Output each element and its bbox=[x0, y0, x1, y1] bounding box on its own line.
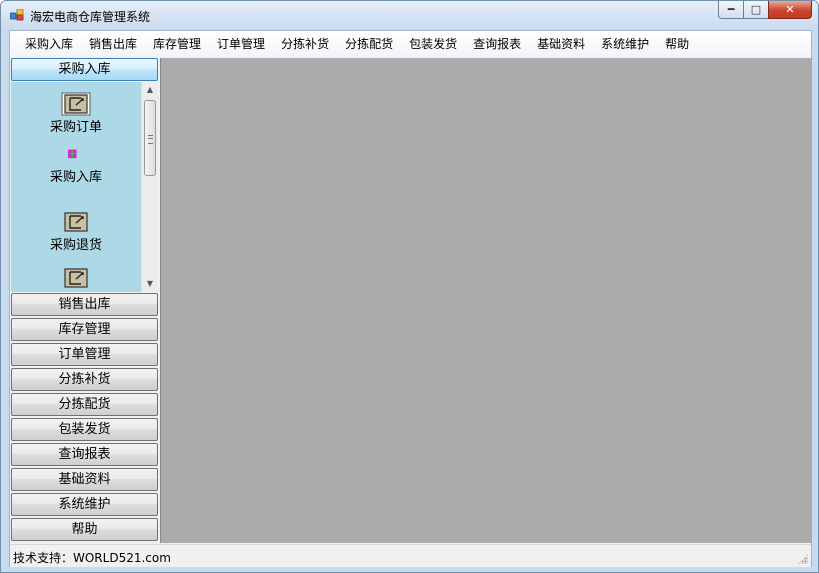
menu-picking-replenish[interactable]: 分拣补货 bbox=[273, 33, 337, 55]
sidebar-group-orders[interactable]: 订单管理 bbox=[11, 343, 158, 366]
sidebar-group-reports[interactable]: 查询报表 bbox=[11, 443, 158, 466]
panel-item-purchase-order[interactable]: 采购订单 bbox=[11, 92, 141, 135]
sidebar-group-system[interactable]: 系统维护 bbox=[11, 493, 158, 516]
document-icon bbox=[64, 268, 88, 288]
panel-scrollbar[interactable]: ▲ ▼ bbox=[141, 82, 158, 292]
menu-picking-allocation[interactable]: 分拣配货 bbox=[337, 33, 401, 55]
menu-bar: 采购入库 销售出库 库存管理 订单管理 分拣补货 分拣配货 包装发货 查询报表 … bbox=[10, 31, 811, 57]
document-icon bbox=[61, 92, 91, 116]
sidebar-group-inventory[interactable]: 库存管理 bbox=[11, 318, 158, 341]
panel-item-purchase-in[interactable]: 采购入库 bbox=[11, 148, 141, 185]
panel-item-label: 采购订单 bbox=[49, 120, 102, 135]
sidebar-group-picking-replenish[interactable]: 分拣补货 bbox=[11, 368, 158, 391]
sidebar-group-picking-allocation[interactable]: 分拣配货 bbox=[11, 393, 158, 416]
sidebar-group-purchase-in[interactable]: 采购入库 bbox=[11, 58, 158, 81]
sidebar-group-sales-out[interactable]: 销售出库 bbox=[11, 293, 158, 316]
sidebar-group-help[interactable]: 帮助 bbox=[11, 518, 158, 541]
panel-item-next[interactable] bbox=[11, 266, 141, 290]
panel-item-purchase-return[interactable]: 采购退货 bbox=[11, 210, 141, 253]
menu-packing-shipping[interactable]: 包装发货 bbox=[401, 33, 465, 55]
mdi-content-area bbox=[160, 58, 812, 543]
scroll-up-icon[interactable]: ▲ bbox=[142, 82, 158, 98]
sidebar-panel-purchase: 采购订单 采购入库 采购退货 ▲ ▼ bbox=[11, 82, 158, 292]
maximize-button[interactable]: □ bbox=[743, 1, 769, 19]
menu-purchase-in[interactable]: 采购入库 bbox=[17, 33, 81, 55]
title-bar[interactable]: 海宏电商仓库管理系统 ━ □ ✕ bbox=[1, 1, 818, 29]
menu-master-data[interactable]: 基础资料 bbox=[529, 33, 593, 55]
panel-item-label: 采购退货 bbox=[49, 238, 102, 253]
panel-item-label: 采购入库 bbox=[49, 170, 102, 185]
menu-system[interactable]: 系统维护 bbox=[593, 33, 657, 55]
resize-grip-icon[interactable] bbox=[798, 554, 808, 564]
missing-image-icon bbox=[68, 149, 77, 159]
app-icon bbox=[10, 9, 24, 21]
close-button[interactable]: ✕ bbox=[768, 1, 812, 19]
minimize-button[interactable]: ━ bbox=[718, 1, 744, 19]
client-area: 采购入库 销售出库 库存管理 订单管理 分拣补货 分拣配货 包装发货 查询报表 … bbox=[9, 30, 812, 567]
sidebar-group-master-data[interactable]: 基础资料 bbox=[11, 468, 158, 491]
sidebar-group-packing-shipping[interactable]: 包装发货 bbox=[11, 418, 158, 441]
sidebar: 采购入库 采购订单 采购入库 采购退货 ▲ ▼ 销售出库 库存管理 订单管理 分… bbox=[11, 58, 159, 543]
minimize-icon: ━ bbox=[727, 3, 735, 16]
menu-reports[interactable]: 查询报表 bbox=[465, 33, 529, 55]
close-icon: ✕ bbox=[785, 3, 795, 16]
maximize-icon: □ bbox=[750, 3, 762, 16]
grip-icon bbox=[148, 135, 153, 144]
menu-orders[interactable]: 订单管理 bbox=[209, 33, 273, 55]
window-controls: ━ □ ✕ bbox=[718, 1, 812, 21]
menu-inventory[interactable]: 库存管理 bbox=[145, 33, 209, 55]
window-title: 海宏电商仓库管理系统 bbox=[30, 10, 151, 24]
scroll-thumb[interactable] bbox=[144, 100, 156, 176]
document-icon bbox=[64, 212, 88, 232]
status-text: 技术支持：WORLD521.com bbox=[13, 551, 171, 565]
scroll-down-icon[interactable]: ▼ bbox=[142, 276, 158, 292]
menu-help[interactable]: 帮助 bbox=[657, 33, 697, 55]
menu-sales-out[interactable]: 销售出库 bbox=[81, 33, 145, 55]
app-window: 海宏电商仓库管理系统 ━ □ ✕ 采购入库 销售出库 库存管理 订单管理 分拣补… bbox=[0, 0, 819, 573]
status-bar: 技术支持：WORLD521.com bbox=[10, 544, 811, 567]
